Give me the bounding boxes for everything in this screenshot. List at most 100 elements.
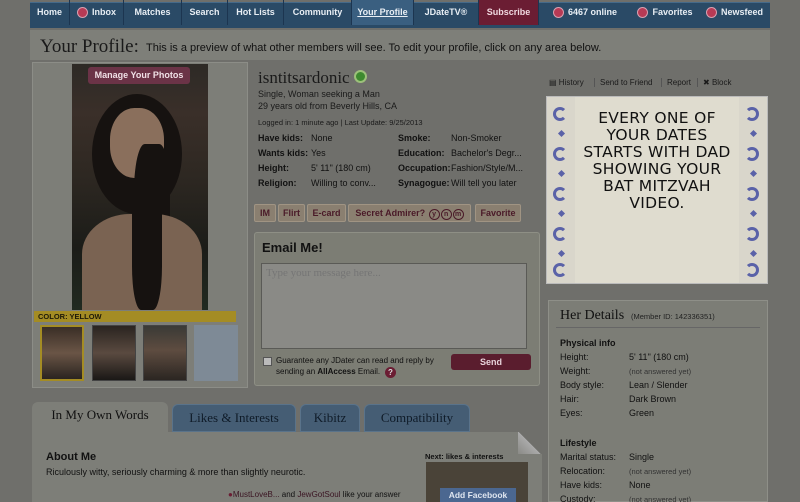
guarantee-checkbox[interactable] (263, 357, 272, 366)
tab-kibitz[interactable]: Kibitz (300, 404, 360, 432)
online-icon (552, 7, 564, 19)
her-details-title: Her Details (560, 308, 625, 323)
detail-label: Weight: (560, 366, 591, 376)
main-photo[interactable] (72, 64, 208, 310)
profile-field-label: Height: (258, 163, 289, 173)
page-subtitle: This is a preview of what other members … (146, 42, 602, 54)
seeking-line: Single, Woman seeking a Man (258, 89, 380, 99)
maybe-icon[interactable]: m (452, 209, 464, 220)
detail-value: (not answered yet) (629, 367, 692, 376)
online-status-icon (354, 70, 367, 83)
tab-likes-interests[interactable]: Likes & Interests (172, 404, 296, 432)
detail-value: Dark Brown (629, 394, 677, 404)
guarantee-label: Guarantee any JDater can read and reply … (276, 356, 434, 376)
photo-thumbnail[interactable] (40, 325, 84, 381)
profile-field-value: Will tell you later (451, 178, 517, 188)
username: isntitsardonic (258, 68, 350, 87)
history-link[interactable]: ▤ History (549, 78, 584, 87)
about-me-heading: About Me (46, 451, 97, 463)
profile-field-value: Non-Smoker (451, 133, 502, 143)
nav-matches[interactable]: Matches (124, 0, 182, 25)
ad-border-ornament (547, 97, 575, 283)
profile-field-label: Religion: (258, 178, 297, 188)
profile-field-label: Have kids: (258, 133, 304, 143)
detail-label: Marital status: (560, 452, 617, 462)
nav-search[interactable]: Search (182, 0, 228, 25)
page-curl-icon[interactable] (518, 432, 542, 454)
ecard-button[interactable]: E-card (307, 204, 346, 222)
detail-value: Green (629, 408, 655, 418)
newsfeed-link[interactable]: Newsfeed (699, 0, 770, 25)
detail-value: (not answered yet) (629, 495, 692, 502)
im-button[interactable]: IM (254, 204, 276, 222)
block-link[interactable]: ✖ Block (697, 78, 732, 87)
profile-field-label: Wants kids: (258, 148, 309, 158)
user-link[interactable]: MustLoveB... (233, 490, 280, 499)
detail-value: 5' 11" (180 cm) (629, 352, 689, 362)
profile-field-value: 5' 11" (180 cm) (311, 163, 371, 173)
newsfeed-icon (705, 7, 717, 19)
send-button[interactable]: Send (451, 354, 531, 370)
user-link[interactable]: JewGotSoul (297, 490, 340, 499)
favorite-button[interactable]: Favorite (475, 204, 521, 222)
nav-inbox[interactable]: Inbox (70, 0, 124, 25)
photo-thumbnail[interactable] (194, 325, 238, 381)
nav-subscribe[interactable]: Subscribe (479, 0, 539, 25)
photo-thumbnail[interactable] (92, 325, 136, 381)
physical-info-heading: Physical info (560, 338, 616, 348)
help-icon[interactable]: ? (385, 367, 396, 378)
profile-field-value: Yes (311, 148, 326, 158)
yes-icon[interactable]: y (428, 209, 440, 220)
secret-admirer-button[interactable]: Secret Admirer? ynm (348, 204, 471, 222)
email-title: Email Me! (262, 240, 323, 255)
nav-your-profile[interactable]: Your Profile (352, 0, 414, 25)
member-id: (Member ID: 142336351) (631, 312, 715, 321)
block-icon: ✖ (703, 78, 710, 87)
ad-border-ornament (739, 97, 767, 283)
detail-label: Eyes: (560, 408, 583, 418)
favorites-link[interactable]: Favorites (631, 0, 699, 25)
online-count[interactable]: 6467 online (539, 0, 631, 25)
manage-photos-button[interactable]: Manage Your Photos (88, 67, 190, 84)
detail-value: Lean / Slender (629, 380, 688, 390)
report-link[interactable]: Report (661, 78, 691, 87)
inbox-icon (77, 7, 88, 19)
flirt-button[interactable]: Flirt (278, 204, 305, 222)
profile-field-value: Fashion/Style/M... (451, 163, 524, 173)
color-code-label: COLOR: YELLOW (34, 311, 236, 322)
tab-compatibility[interactable]: Compatibility (364, 404, 470, 432)
detail-value: (not answered yet) (629, 467, 692, 476)
age-location-line: 29 years old from Beverly Hills, CA (258, 101, 398, 111)
detail-label: Height: (560, 352, 589, 362)
next-tab-label[interactable]: Next: likes & interests (425, 452, 503, 461)
nav-jdatetv[interactable]: JDateTV® (414, 0, 479, 25)
nav-hot-lists[interactable]: Hot Lists (228, 0, 284, 25)
last-login: Logged in: 1 minute ago | Last Update: 9… (258, 118, 423, 127)
about-me-text: Riculously witty, seriously charming & m… (46, 467, 306, 477)
profile-field-label: Education: (398, 148, 445, 158)
profile-field-value: Bachelor's Degr... (451, 148, 522, 158)
profile-field-label: Smoke: (398, 133, 431, 143)
divider (556, 327, 760, 328)
favorites-icon (637, 7, 649, 19)
profile-field-label: Occupation: (398, 163, 451, 173)
detail-label: Have kids: (560, 480, 603, 490)
lifestyle-heading: Lifestyle (560, 438, 597, 448)
photo-thumbnail[interactable] (143, 325, 187, 381)
ad-text: EVERY ONE OF YOUR DATES STARTS WITH DAD … (583, 109, 731, 212)
profile-field-label: Synagogue: (398, 178, 450, 188)
detail-label: Body style: (560, 380, 605, 390)
nav-home[interactable]: Home (30, 0, 70, 25)
page-title: Your Profile: (40, 36, 139, 57)
nav-community[interactable]: Community (284, 0, 352, 25)
profile-field-value: None (311, 133, 333, 143)
no-icon[interactable]: n (440, 209, 452, 220)
detail-label: Hair: (560, 394, 580, 404)
detail-value: None (629, 480, 651, 490)
add-facebook-button[interactable]: Add Facebook (440, 488, 516, 502)
likes-line: ●MustLoveB... and JewGotSoul like your a… (228, 490, 401, 499)
tab-in-my-own-words[interactable]: In My Own Words (32, 402, 168, 434)
detail-value: Single (629, 452, 655, 462)
message-input[interactable] (261, 263, 527, 349)
send-to-friend-link[interactable]: Send to Friend (594, 78, 652, 87)
